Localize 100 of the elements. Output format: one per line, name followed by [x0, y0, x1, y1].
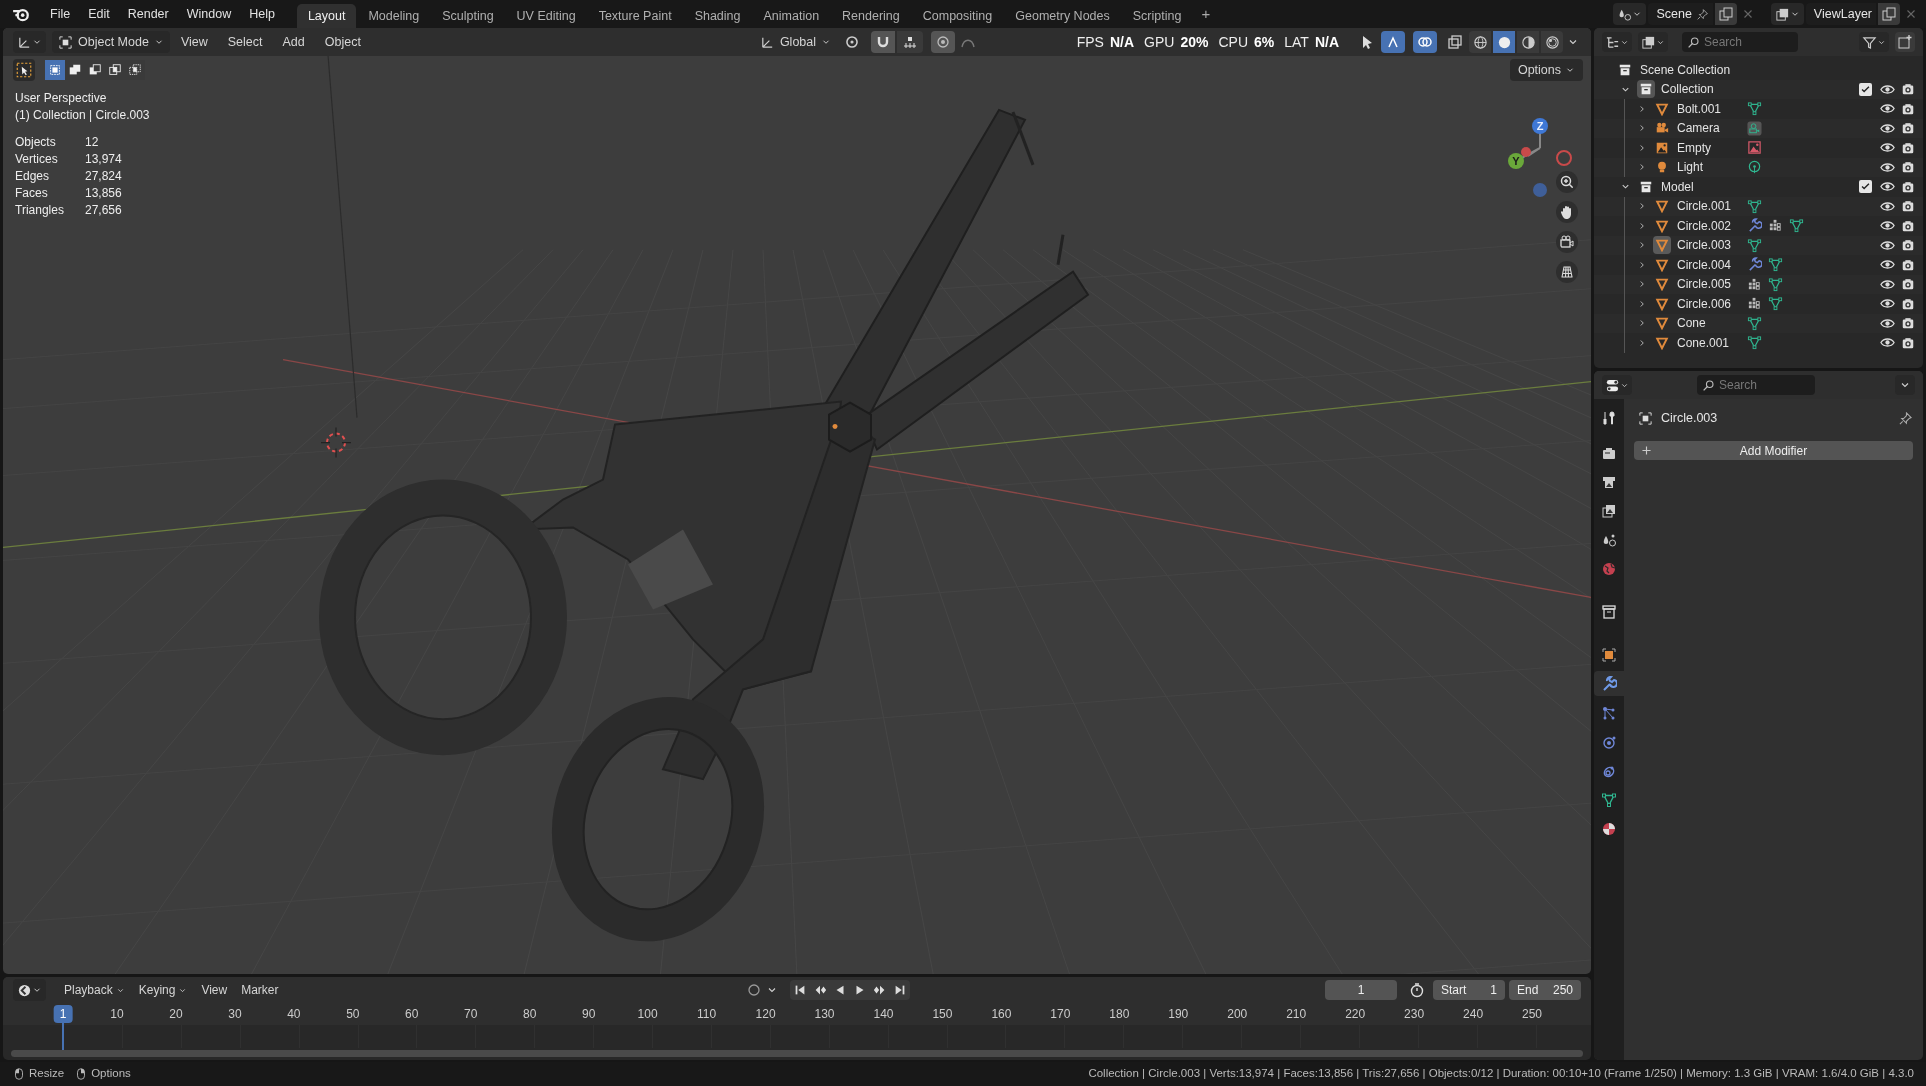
- camera-icon[interactable]: [1901, 238, 1915, 253]
- menu-item[interactable]: Marker: [235, 979, 285, 1001]
- menu-item[interactable]: Object: [315, 31, 370, 53]
- view-layer-field[interactable]: ViewLayer: [1805, 3, 1876, 25]
- editor-menu-button[interactable]: [13, 31, 46, 53]
- camera-icon[interactable]: [1901, 140, 1915, 155]
- tree-item[interactable]: Circle.004: [1677, 255, 1747, 274]
- camera-icon[interactable]: [1901, 179, 1915, 194]
- grid-icon[interactable]: [1747, 296, 1762, 312]
- orientation-dropdown[interactable]: Global: [753, 31, 838, 53]
- pin-icon[interactable]: [1898, 410, 1913, 426]
- editor-menu-button[interactable]: [1602, 32, 1632, 52]
- filter-button[interactable]: [1859, 32, 1889, 52]
- camera-icon[interactable]: [1901, 277, 1915, 292]
- triangle-icon[interactable]: [1747, 315, 1762, 331]
- options-dropdown[interactable]: Options: [1509, 59, 1583, 81]
- workspace-tab[interactable]: UV Editing: [505, 4, 587, 28]
- grid-icon[interactable]: [1556, 261, 1578, 283]
- checkbox[interactable]: [1859, 82, 1872, 96]
- copy-icon[interactable]: [1714, 3, 1737, 25]
- overlay-icon[interactable]: [1413, 31, 1437, 53]
- chevron-down-icon[interactable]: [1895, 375, 1915, 395]
- new-collection-icon[interactable]: [1895, 32, 1915, 52]
- hand-icon[interactable]: [1556, 201, 1578, 223]
- workspace-tab[interactable]: Modeling: [357, 4, 431, 28]
- triangle-icon[interactable]: [1747, 237, 1762, 253]
- menu-item[interactable]: View: [171, 31, 217, 53]
- workspace-tab[interactable]: Rendering: [831, 4, 911, 28]
- workspace-tab[interactable]: Texture Paint: [587, 4, 683, 28]
- scene-field[interactable]: Scene: [1648, 3, 1713, 25]
- triangle-icon[interactable]: [1747, 335, 1762, 351]
- camera-icon[interactable]: [1901, 199, 1915, 214]
- menu-item[interactable]: Add: [273, 31, 314, 53]
- menu-item[interactable]: Help: [241, 3, 283, 25]
- camera-icon[interactable]: [1747, 120, 1762, 136]
- triangle-icon[interactable]: [1768, 257, 1783, 273]
- triangle-icon[interactable]: [1789, 218, 1804, 234]
- magnet-icon[interactable]: [871, 31, 896, 53]
- camera-icon[interactable]: [1556, 231, 1578, 253]
- shading-button[interactable]: [1493, 31, 1515, 53]
- camera-icon[interactable]: [1901, 335, 1915, 350]
- tree-item[interactable]: Light: [1677, 158, 1747, 177]
- camera-icon[interactable]: [1901, 160, 1915, 175]
- triangle-icon[interactable]: [1747, 198, 1762, 214]
- grid-icon[interactable]: [1747, 276, 1762, 292]
- zoom-icon[interactable]: [1556, 171, 1578, 193]
- menu-item[interactable]: View: [195, 979, 234, 1001]
- tree-item[interactable]: Bolt.001: [1677, 99, 1747, 118]
- menu-item[interactable]: Playback: [58, 979, 131, 1001]
- triangle-icon[interactable]: [1747, 101, 1762, 117]
- scrollbar[interactable]: [11, 1050, 1583, 1057]
- search-field[interactable]: Search: [1697, 375, 1815, 395]
- workspace-tab[interactable]: Geometry Nodes: [1004, 4, 1121, 28]
- grid-icon[interactable]: [1768, 218, 1783, 234]
- camera-icon[interactable]: [1901, 82, 1915, 97]
- editor-menu-button[interactable]: [13, 979, 46, 1001]
- camera-icon[interactable]: [1901, 296, 1915, 311]
- snap-grid-icon[interactable]: [897, 31, 924, 53]
- camera-icon[interactable]: [1901, 218, 1915, 233]
- current-frame-marker[interactable]: 1: [53, 1005, 73, 1023]
- menu-item[interactable]: Edit: [80, 3, 118, 25]
- menu-item[interactable]: File: [42, 3, 79, 25]
- tree-item[interactable]: Circle.001: [1677, 197, 1747, 216]
- tree-item[interactable]: Cone: [1677, 314, 1747, 333]
- editor-menu-button[interactable]: [1602, 375, 1632, 395]
- tree-item[interactable]: Empty: [1677, 138, 1747, 157]
- tree-item[interactable]: Scene Collection: [1640, 60, 1731, 79]
- frame-range-field[interactable]: End 250: [1509, 980, 1581, 1000]
- display-mode-button[interactable]: [1638, 32, 1668, 52]
- menu-item[interactable]: Keying: [132, 979, 194, 1001]
- light-icon[interactable]: [1747, 159, 1762, 175]
- tree-item[interactable]: Circle.006: [1677, 294, 1747, 313]
- workspace-tab[interactable]: Animation: [752, 4, 831, 28]
- camera-icon[interactable]: [1901, 257, 1915, 272]
- frame-field[interactable]: 1: [1325, 980, 1397, 1000]
- camera-icon[interactable]: [1901, 101, 1915, 116]
- copy-icon[interactable]: [1878, 3, 1900, 25]
- checkbox[interactable]: [1859, 180, 1872, 194]
- tree-item[interactable]: Model: [1661, 177, 1694, 196]
- wrench-icon[interactable]: [1747, 257, 1762, 273]
- camera-icon[interactable]: [1901, 316, 1915, 331]
- wrench-icon[interactable]: [1747, 218, 1762, 234]
- camera-icon[interactable]: [1901, 121, 1915, 136]
- tree-item[interactable]: Circle.005: [1677, 275, 1747, 294]
- editor-menu-button[interactable]: [1770, 3, 1804, 25]
- tree-item[interactable]: Camera: [1677, 119, 1747, 138]
- triangle-icon[interactable]: [1768, 296, 1783, 312]
- tree-item[interactable]: Cone.001: [1677, 333, 1747, 352]
- menu-item[interactable]: Render: [119, 3, 177, 25]
- triangle-icon[interactable]: [1768, 276, 1783, 292]
- workspace-tab[interactable]: Sculpting: [431, 4, 505, 28]
- tree-item[interactable]: Circle.003: [1677, 236, 1747, 255]
- frame-range-field[interactable]: Start 1: [1433, 980, 1505, 1000]
- menu-item[interactable]: Window: [178, 3, 240, 25]
- search-field[interactable]: Search: [1682, 32, 1798, 52]
- tree-item[interactable]: Circle.002: [1677, 216, 1747, 235]
- workspace-tab[interactable]: Shading: [683, 4, 752, 28]
- image-icon[interactable]: [1747, 140, 1762, 156]
- workspace-tab[interactable]: Layout: [296, 4, 357, 28]
- shading-button[interactable]: [1541, 31, 1563, 53]
